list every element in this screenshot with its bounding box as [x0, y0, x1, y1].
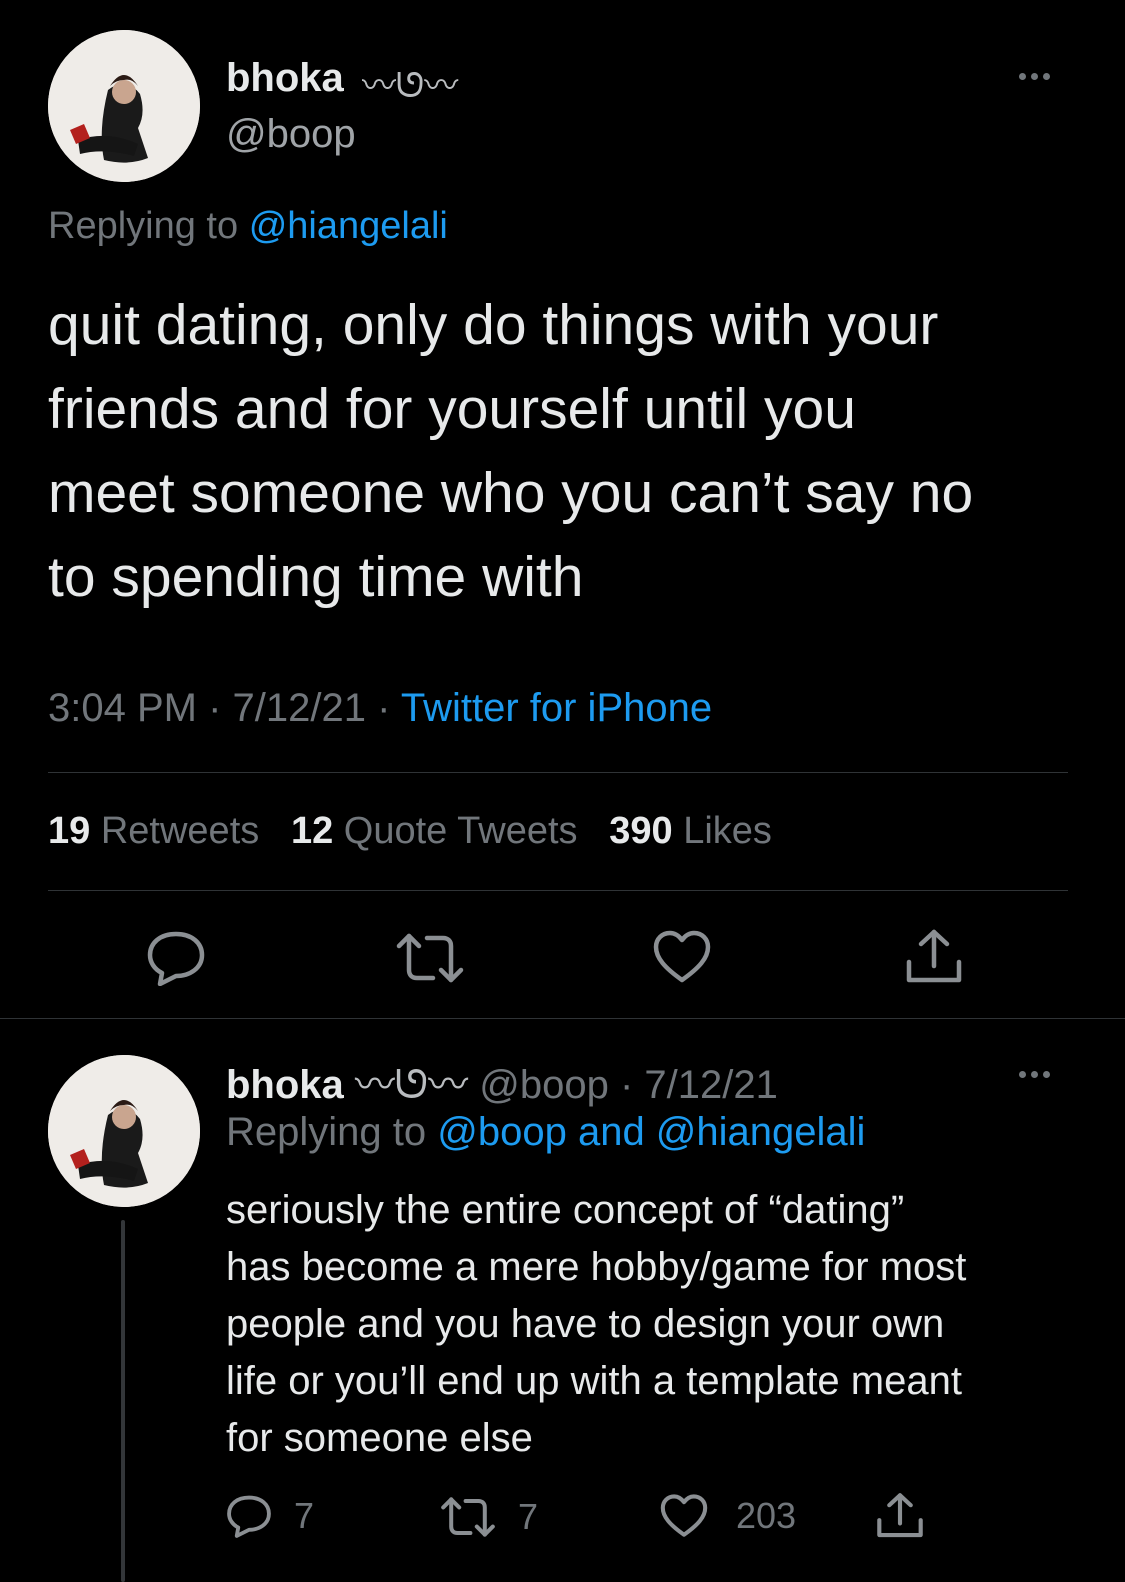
quote-tweets-stat[interactable]: 12 Quote Tweets: [291, 810, 588, 852]
meta-separator: ·: [377, 686, 391, 730]
tweet-text-line: meet someone who you can’t say no: [48, 461, 974, 525]
handle-and-date[interactable]: @boop · 7/12/21: [479, 1063, 778, 1107]
divider: [48, 890, 1068, 891]
more-options-icon[interactable]: [1019, 1071, 1050, 1078]
tweet-text: quit dating, only do things with your fr…: [48, 283, 973, 619]
retweets-stat[interactable]: 19 Retweets: [48, 810, 270, 852]
name-decoration: 〰ᘎ〰: [362, 67, 459, 105]
retweets-label: Retweets: [100, 810, 260, 852]
heart-icon: [653, 930, 711, 983]
share-button[interactable]: [905, 928, 963, 986]
reply-text-line: people and you have to design your own: [226, 1302, 945, 1346]
reply-text-line: seriously the entire concept of “dating”: [226, 1188, 905, 1232]
meta-separator: ·: [208, 686, 222, 730]
like-button[interactable]: 203: [660, 1494, 796, 1538]
tweet-date[interactable]: 7/12/21: [233, 686, 366, 730]
share-icon: [906, 929, 962, 983]
reply-count: 7: [294, 1495, 315, 1536]
replying-prefix: Replying to: [226, 1110, 427, 1154]
retweet-icon: [441, 1497, 495, 1537]
reply-button[interactable]: [146, 930, 206, 986]
quotes-count: 12: [290, 810, 334, 852]
likes-stat[interactable]: 390 Likes: [609, 810, 772, 852]
more-options-icon[interactable]: [1019, 73, 1050, 80]
tweet-text-line: quit dating, only do things with your: [48, 293, 939, 357]
retweet-button[interactable]: 7: [440, 1496, 538, 1538]
reply-icon: [147, 931, 205, 986]
like-button[interactable]: [653, 930, 711, 984]
tweet-source-link[interactable]: Twitter for iPhone: [401, 686, 712, 730]
likes-label: Likes: [683, 810, 772, 852]
heart-icon: [660, 1494, 708, 1537]
share-icon: [877, 1493, 923, 1538]
tweet-metadata: 3:04 PM · 7/12/21 · Twitter for iPhone: [48, 686, 712, 731]
retweet-count: 7: [518, 1496, 539, 1537]
display-name[interactable]: bhoka: [226, 56, 344, 101]
retweet-icon: [396, 933, 464, 983]
replying-to: Replying to @boop and @hiangelali: [226, 1110, 865, 1155]
tweet-text-line: friends and for yourself until you: [48, 377, 856, 441]
reply-text-line: life or you’ll end up with a template me…: [226, 1359, 962, 1403]
like-count: 203: [736, 1495, 797, 1536]
tweet-stats: 19 Retweets 12 Quote Tweets 390 Likes: [48, 810, 772, 853]
display-name[interactable]: bhoka: [226, 1063, 344, 1107]
reply-text-line: for someone else: [226, 1416, 533, 1460]
divider: [0, 1018, 1125, 1019]
reply-button[interactable]: 7: [226, 1494, 314, 1538]
reply-mention-link[interactable]: @boop and @hiangelali: [437, 1110, 865, 1154]
reply-text-line: has become a mere hobby/game for most: [226, 1245, 967, 1289]
thread-line: [121, 1220, 125, 1582]
reply-icon: [227, 1495, 271, 1538]
tweet-time[interactable]: 3:04 PM: [48, 686, 197, 730]
share-button[interactable]: [876, 1492, 924, 1540]
reply-text: seriously the entire concept of “dating”…: [226, 1182, 966, 1467]
tweet-text-line: to spending time with: [48, 545, 584, 609]
retweet-button[interactable]: [395, 932, 465, 984]
avatar[interactable]: [48, 30, 200, 182]
avatar[interactable]: [48, 1055, 200, 1207]
likes-count: 390: [609, 810, 673, 852]
retweets-count: 19: [48, 810, 91, 852]
quotes-label: Quote Tweets: [343, 810, 578, 852]
name-decoration: 〰ᘎ〰: [354, 1063, 469, 1107]
replying-to: Replying to @hiangelali: [48, 205, 448, 248]
reply-header: bhoka 〰ᘎ〰 @boop · 7/12/21: [226, 1052, 778, 1110]
reply-mention-link[interactable]: @hiangelali: [249, 205, 448, 247]
divider: [48, 772, 1068, 773]
handle[interactable]: @boop: [226, 112, 356, 157]
replying-prefix: Replying to: [48, 205, 239, 247]
